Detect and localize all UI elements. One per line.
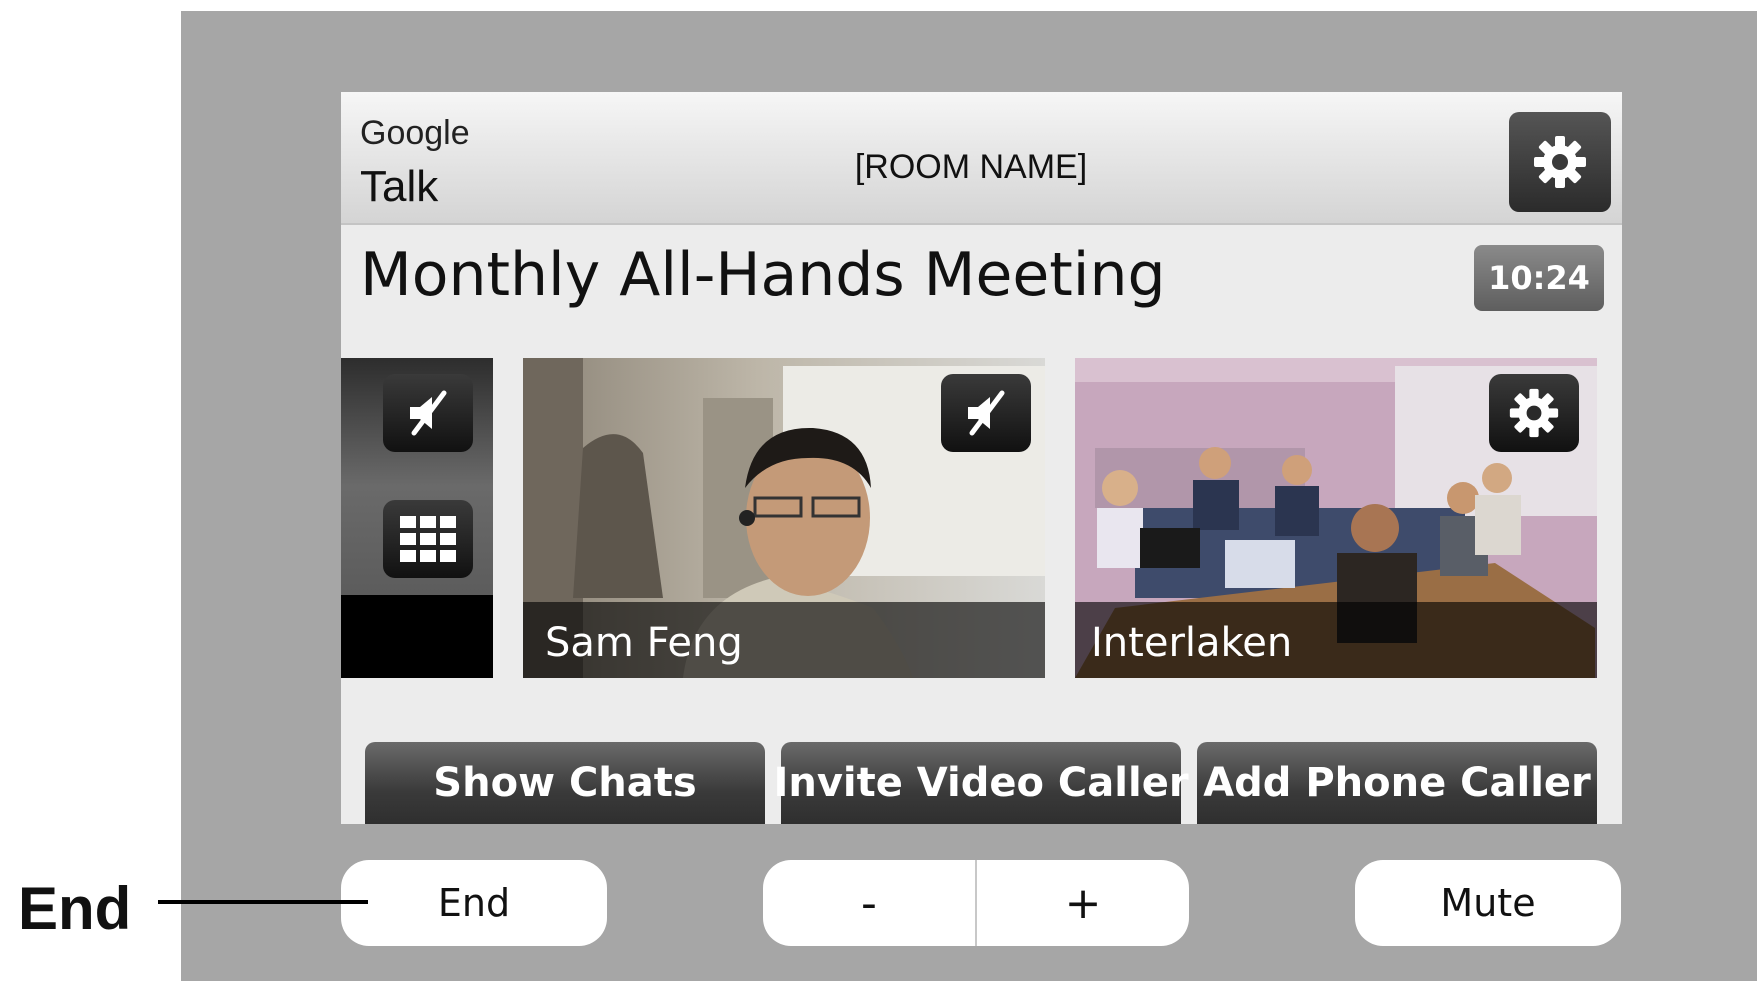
settings-button[interactable] [1509, 112, 1611, 212]
meeting-title: Monthly All-Hands Meeting [360, 240, 1166, 310]
participant-tile-sam-feng[interactable]: Sam Feng [523, 358, 1045, 678]
keypad-grid-icon [400, 516, 456, 562]
add-phone-caller-button[interactable]: Add Phone Caller [1197, 742, 1597, 824]
end-call-button[interactable]: End [341, 860, 607, 946]
participant-tile-interlaken[interactable]: Interlaken [1075, 358, 1597, 678]
mute-button[interactable]: Mute [1355, 860, 1621, 946]
brand-google: Google [360, 114, 470, 152]
brand-talk: Talk [360, 162, 439, 211]
call-timer: 10:24 [1474, 245, 1604, 311]
touch-screen: Google Talk [ROOM NAME] Monthly All-Hand… [341, 92, 1622, 824]
volume-down-button[interactable]: - [763, 860, 975, 946]
gear-icon [1509, 388, 1559, 438]
keypad-button[interactable] [383, 500, 473, 578]
volume-control: - + [763, 860, 1189, 946]
speaker-muted-icon [410, 390, 447, 436]
callout-line [158, 900, 368, 904]
app-header: Google Talk [ROOM NAME] [341, 92, 1622, 225]
room-settings-button[interactable] [1489, 374, 1579, 452]
mute-self-button[interactable] [383, 374, 473, 452]
side-controls [341, 358, 493, 678]
room-name: [ROOM NAME] [854, 148, 1088, 186]
speaker-muted-icon [968, 390, 1005, 436]
participant-name: Sam Feng [545, 620, 743, 666]
show-chats-button[interactable]: Show Chats [365, 742, 765, 824]
participant-mute-button[interactable] [941, 374, 1031, 452]
participant-name: Interlaken [1091, 620, 1293, 666]
volume-up-button[interactable]: + [977, 860, 1189, 946]
invite-video-caller-button[interactable]: Invite Video Caller [773, 742, 1189, 824]
gear-icon [1534, 136, 1586, 188]
callout-label: End [18, 875, 132, 942]
